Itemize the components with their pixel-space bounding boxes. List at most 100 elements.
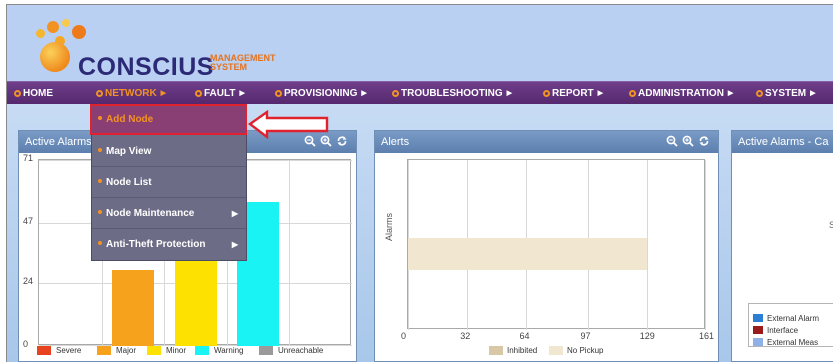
menu-bullet-icon <box>98 179 102 183</box>
caret-right-icon: ▶ <box>231 240 238 249</box>
legend-swatch <box>259 346 273 355</box>
gridline-vertical <box>705 160 706 330</box>
nav-administration[interactable]: ADMINISTRATION ▶ <box>629 82 733 105</box>
nav-provisioning[interactable]: PROVISIONING ▶ <box>275 82 367 105</box>
panel-title: Active Alarms - Ca <box>738 136 829 148</box>
callout-arrow-icon <box>247 110 329 140</box>
nav-troubleshooting[interactable]: TROUBLESHOOTING ▶ <box>392 82 512 105</box>
x-tick-label: 129 <box>639 331 655 341</box>
logo-dot-icon <box>40 42 70 72</box>
panel-title: Active Alarms <box>25 136 92 148</box>
refresh-icon[interactable] <box>698 135 710 147</box>
gridline-vertical <box>646 160 648 330</box>
panel-title: Alerts <box>381 136 410 148</box>
app-window: CONSCIUS MANAGEMENT SYSTEM HOME NETWORK ▶… <box>0 0 833 362</box>
menu-bullet-icon <box>98 210 102 214</box>
caret-right-icon: ▶ <box>160 90 167 97</box>
main-nav: HOME NETWORK ▶ FAULT ▶ PROVISIONING ▶ TROUB… <box>7 81 833 104</box>
nav-label: PROVISIONING <box>284 88 358 99</box>
y-axis-label: Alarms <box>384 212 394 241</box>
logo-dot-icon <box>62 19 70 27</box>
legend-label: No Pickup <box>567 346 604 355</box>
logo-dot-icon <box>47 21 59 33</box>
menu-bullet-icon <box>98 148 102 152</box>
alerts-plot <box>407 159 706 330</box>
menu-item-label: Node Maintenance <box>106 208 195 219</box>
legend-item: External Meas <box>753 332 818 347</box>
menu-item-label: Node List <box>106 177 152 188</box>
panel-header: Active Alarms - Ca <box>732 131 833 153</box>
y-tick-label: 71 <box>23 153 34 163</box>
legend-label: Inhibited <box>507 346 538 355</box>
nav-label: TROUBLESHOOTING <box>401 88 503 99</box>
nav-bullet-icon <box>195 89 202 97</box>
logo-dot-icon <box>72 25 86 39</box>
menu-item-label: Map View <box>106 146 152 157</box>
x-tick-label: 161 <box>699 331 715 341</box>
nav-system[interactable]: SYSTEM ▶ <box>756 82 816 105</box>
zoom-out-icon[interactable] <box>666 135 678 147</box>
logo-subtitle: MANAGEMENT SYSTEM <box>210 54 276 72</box>
nav-bullet-icon <box>543 89 550 97</box>
caret-right-icon: ▶ <box>727 90 734 97</box>
bar-no-pickup[interactable] <box>408 238 647 270</box>
nav-network[interactable]: NETWORK ▶ <box>96 82 166 105</box>
legend-label: Major <box>116 346 137 355</box>
legend-swatch <box>195 346 209 355</box>
logo-wordmark: CONSCIUS <box>78 53 214 81</box>
legend-swatch <box>753 338 763 346</box>
zoom-in-icon[interactable] <box>682 135 694 147</box>
legend-swatch <box>147 346 161 355</box>
gridline-vertical <box>289 160 291 346</box>
alerts-panel: Alerts Alarms 0 32 64 97 129 161 Inhibited No … <box>374 130 719 362</box>
active-alarms-category-panel: Active Alarms - Ca S External Alarm Inter… <box>731 130 833 362</box>
legend-label: Minor <box>166 346 187 355</box>
menu-item-node-maintenance[interactable]: Node Maintenance ▶ <box>92 199 246 229</box>
caret-right-icon: ▶ <box>597 90 604 97</box>
x-tick-label: 64 <box>519 331 530 341</box>
active-alarms-legend: Severe Major Minor Warning Unreachable <box>35 346 355 358</box>
alerts-legend: Inhibited No Pickup <box>489 346 609 358</box>
nav-label: SYSTEM <box>765 88 807 99</box>
menu-item-add-node[interactable]: Add Node <box>90 104 247 135</box>
caret-right-icon: ▶ <box>810 90 816 97</box>
menu-item-node-list[interactable]: Node List <box>92 168 246 198</box>
nav-label: FAULT <box>204 88 236 99</box>
bar-major[interactable] <box>111 270 154 346</box>
legend-label: Unreachable <box>278 346 324 355</box>
conscius-logo[interactable]: CONSCIUS MANAGEMENT SYSTEM <box>32 19 276 81</box>
nav-bullet-icon <box>756 89 763 97</box>
nav-label: NETWORK <box>105 88 157 99</box>
x-tick-label: 32 <box>460 331 471 341</box>
panel-toolbar <box>666 135 710 149</box>
caret-right-icon: ▶ <box>506 90 513 97</box>
y-tick-label: 24 <box>23 276 34 287</box>
legend-swatch <box>37 346 51 355</box>
logo-dot-icon <box>36 29 45 38</box>
legend-label: Warning <box>214 346 244 355</box>
menu-bullet-icon <box>98 116 102 120</box>
y-tick-label: 47 <box>23 215 34 226</box>
legend-swatch <box>489 346 503 355</box>
nav-bullet-icon <box>14 89 21 97</box>
legend-label: External Meas <box>767 338 819 347</box>
legend-swatch <box>549 346 563 355</box>
network-dropdown-menu: Add Node Map View Node List Node Mainten… <box>90 104 247 261</box>
y-tick-label: 0 <box>23 339 29 349</box>
nav-label: REPORT <box>552 88 594 99</box>
nav-home[interactable]: HOME <box>14 82 53 105</box>
chart-axis-glyph: S <box>829 220 833 230</box>
nav-bullet-icon <box>96 89 103 97</box>
nav-report[interactable]: REPORT ▶ <box>543 82 603 105</box>
refresh-icon[interactable] <box>336 135 348 147</box>
menu-item-map-view[interactable]: Map View <box>92 137 246 167</box>
nav-fault[interactable]: FAULT ▶ <box>195 82 245 105</box>
caret-right-icon: ▶ <box>231 209 238 218</box>
nav-bullet-icon <box>275 89 282 97</box>
legend-label: Severe <box>56 346 82 355</box>
x-tick-label: 0 <box>401 331 407 341</box>
menu-item-anti-theft-protection[interactable]: Anti-Theft Protection ▶ <box>92 230 246 260</box>
legend-item: Interface <box>753 320 798 335</box>
caret-right-icon: ▶ <box>361 90 367 97</box>
legend-item: External Alarm <box>753 308 819 323</box>
